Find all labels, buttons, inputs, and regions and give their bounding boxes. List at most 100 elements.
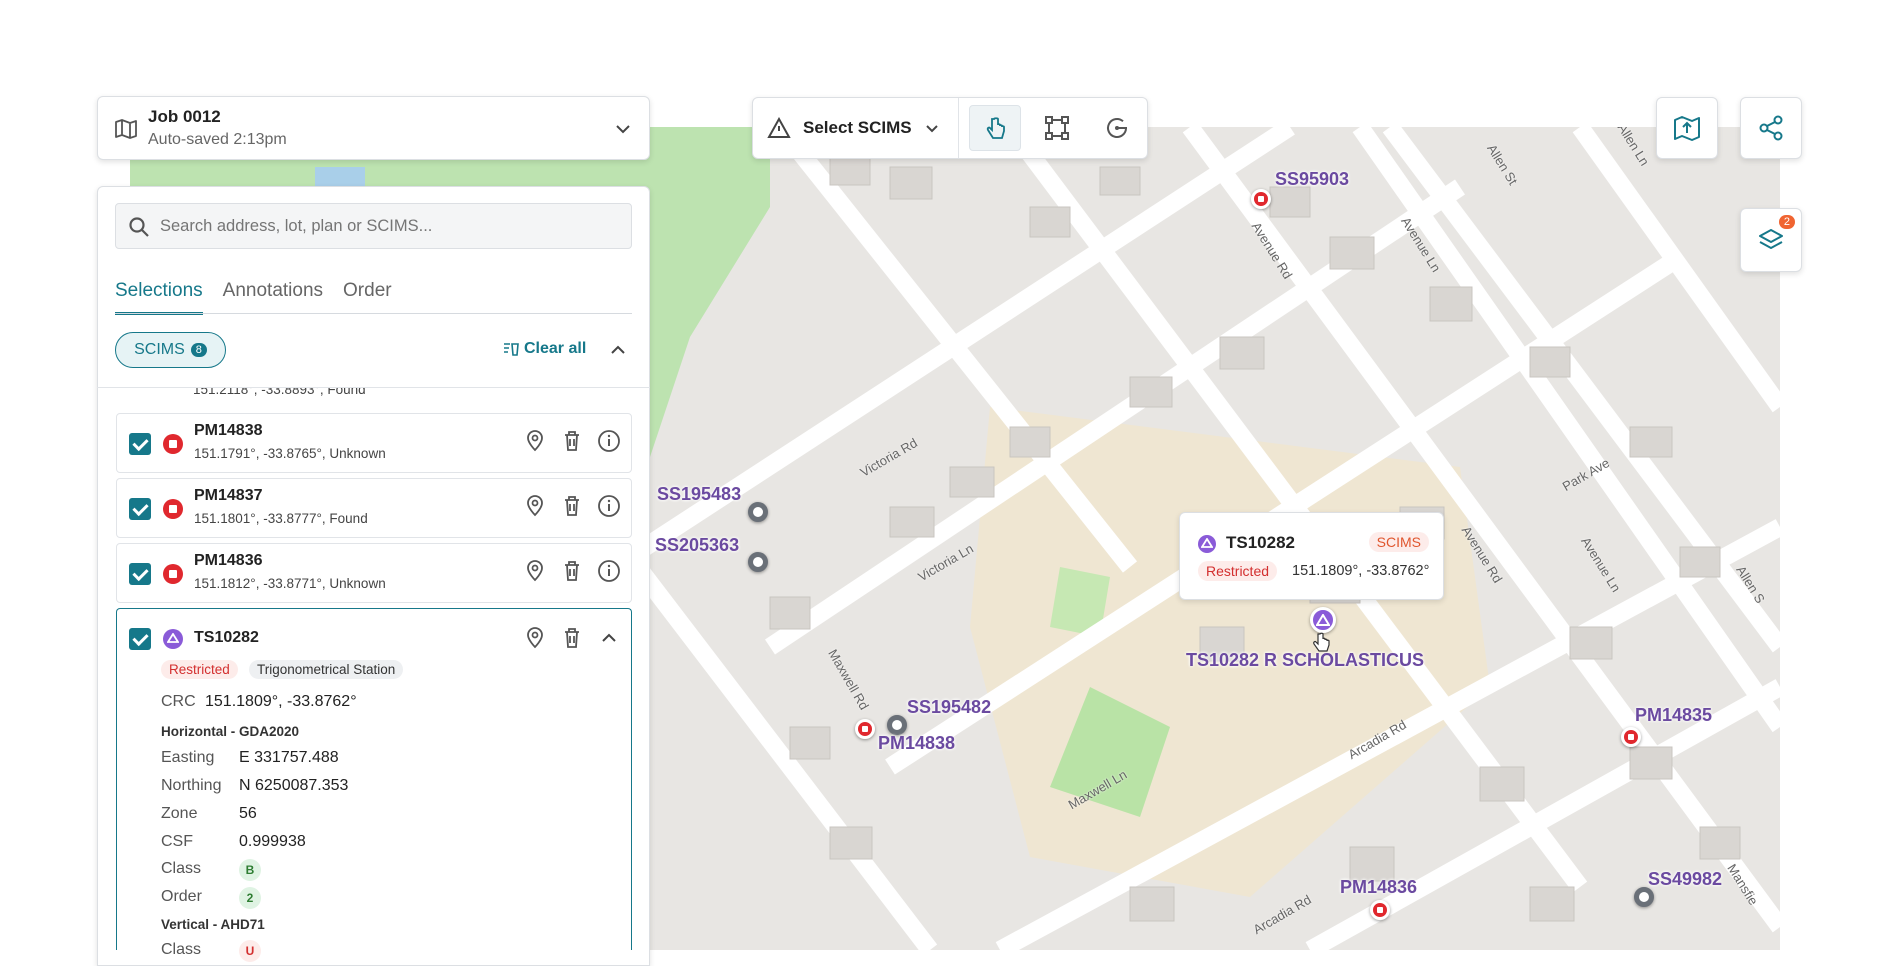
type-badge: Trigonometrical Station xyxy=(249,660,404,679)
pointer-tool-button[interactable] xyxy=(969,105,1021,151)
row-name: PM14837 xyxy=(194,487,263,504)
map-marker-pm14835[interactable] xyxy=(1621,727,1641,747)
map-marker-pm14838[interactable] xyxy=(855,719,875,739)
partial-row-coords: 151.2118°, -33.8893°, Found xyxy=(193,388,366,397)
info-icon[interactable] xyxy=(596,428,622,454)
map-label-pm14836: PM14836 xyxy=(1340,877,1418,897)
row-coords: 151.1812°, -33.8771°, Unknown xyxy=(194,576,386,591)
chevron-down-icon xyxy=(926,125,938,133)
map-export-icon xyxy=(1674,116,1700,141)
row-checkbox[interactable] xyxy=(129,433,151,455)
map-label-ss49982: SS49982 xyxy=(1648,869,1723,889)
chevron-up-icon[interactable] xyxy=(596,625,622,651)
chevron-up-icon[interactable] xyxy=(610,345,626,355)
share-icon xyxy=(1759,115,1783,141)
job-subtitle: Auto-saved 2:13pm xyxy=(148,131,287,148)
zone-value: 56 xyxy=(239,805,257,822)
scims-filter-chip[interactable]: SCIMS 8 xyxy=(115,332,226,368)
csf-label: CSF xyxy=(161,833,193,850)
crc-value: 151.1809°, -33.8762° xyxy=(205,693,357,710)
delete-icon[interactable] xyxy=(559,428,585,454)
zone-label: Zone xyxy=(161,805,198,822)
triangle-station-icon xyxy=(1198,535,1216,553)
popup-coords: 151.1809°, -33.8762° xyxy=(1292,563,1430,579)
locate-icon[interactable] xyxy=(522,558,548,584)
delete-icon[interactable] xyxy=(559,625,585,651)
map-label-pm14838: PM14838 xyxy=(878,733,956,753)
vertical-title: Vertical - AHD71 xyxy=(161,917,265,932)
clear-all-label: Clear all xyxy=(524,340,587,357)
list-item[interactable]: PM14836 151.1812°, -33.8771°, Unknown xyxy=(116,543,632,603)
tab-selections[interactable]: Selections xyxy=(115,280,203,315)
triangle-icon xyxy=(767,117,791,138)
bounding-box-icon xyxy=(1045,116,1069,140)
map-toolbar: Select SCIMS xyxy=(752,97,1148,159)
tab-order[interactable]: Order xyxy=(343,280,392,315)
row-checkbox[interactable] xyxy=(129,628,151,650)
tab-annotations[interactable]: Annotations xyxy=(223,280,323,315)
pm-marker-icon xyxy=(163,564,183,584)
map-marker-ss49982[interactable] xyxy=(1634,887,1654,907)
map-label-pm14835: PM14835 xyxy=(1635,705,1713,725)
clear-all-button[interactable]: Clear all xyxy=(503,340,586,358)
select-scims-dropdown[interactable]: Select SCIMS xyxy=(753,98,958,158)
map-marker-ss195482[interactable] xyxy=(887,715,907,735)
map-popup[interactable]: TS10282 SCIMS Restricted 151.1809°, -33.… xyxy=(1179,512,1444,600)
list-item[interactable]: PM14838 151.1791°, -33.8765°, Unknown xyxy=(116,413,632,473)
rectangle-select-button[interactable] xyxy=(1031,105,1083,151)
chip-label: SCIMS xyxy=(134,341,185,358)
clear-list-icon xyxy=(504,343,519,356)
job-header[interactable]: Job 0012 Auto-saved 2:13pm xyxy=(97,96,650,160)
hand-pointer-icon xyxy=(986,117,1005,139)
class-label: Class xyxy=(161,860,202,877)
delete-icon[interactable] xyxy=(559,558,585,584)
info-icon[interactable] xyxy=(596,558,622,584)
map-marker-ts10282[interactable] xyxy=(1310,607,1336,633)
triangle-icon xyxy=(1316,614,1330,626)
expanded-list-item[interactable]: TS10282 Restricted Trigonometrical Stati… xyxy=(116,608,632,962)
export-map-button[interactable] xyxy=(1656,97,1718,159)
map-marker-ss205363[interactable] xyxy=(748,552,768,572)
pm-marker-icon xyxy=(163,499,183,519)
locate-icon[interactable] xyxy=(522,625,548,651)
delete-icon[interactable] xyxy=(559,493,585,519)
map-label-ss205363: SS205363 xyxy=(655,535,740,555)
share-button[interactable] xyxy=(1740,97,1802,159)
row-coords: 151.1791°, -33.8765°, Unknown xyxy=(194,446,386,461)
row-name: PM14838 xyxy=(194,422,263,439)
class-badge: B xyxy=(239,859,261,881)
map-label-ts10282: TS10282 R SCHOLASTICUS xyxy=(1186,650,1425,670)
layers-button[interactable]: 2 xyxy=(1740,208,1802,272)
hand-cursor-icon xyxy=(1313,632,1330,652)
select-scims-label: Select SCIMS xyxy=(803,118,912,137)
layers-badge: 2 xyxy=(1778,215,1795,229)
search-box[interactable] xyxy=(115,203,632,249)
tabs-divider xyxy=(115,313,632,314)
row-checkbox[interactable] xyxy=(129,498,151,520)
map-marker-ss195483[interactable] xyxy=(748,502,768,522)
info-icon[interactable] xyxy=(596,493,622,519)
horizontal-title: Horizontal - GDA2020 xyxy=(161,724,300,739)
pm-marker-icon xyxy=(163,434,183,454)
order-badge: 2 xyxy=(239,887,261,909)
map-marker-ss95903[interactable] xyxy=(1251,189,1271,209)
search-icon xyxy=(129,217,149,237)
chevron-down-icon[interactable] xyxy=(615,124,631,134)
search-input[interactable] xyxy=(160,210,620,242)
map-label-ss195482: SS195482 xyxy=(907,697,992,717)
list-item-partial: 151.2118°, -33.8893°, Found xyxy=(116,388,632,400)
locate-icon[interactable] xyxy=(522,428,548,454)
radius-select-button[interactable] xyxy=(1091,105,1143,151)
row-checkbox[interactable] xyxy=(129,563,151,585)
trig-station-icon xyxy=(163,629,183,649)
map-marker-pm14836[interactable] xyxy=(1370,900,1390,920)
csf-value: 0.999938 xyxy=(239,833,306,850)
locate-icon[interactable] xyxy=(522,493,548,519)
toolbar-divider xyxy=(958,98,959,158)
map-icon xyxy=(115,119,137,139)
list-item[interactable]: PM14837 151.1801°, -33.8777°, Found xyxy=(116,478,632,538)
popup-scims-tag: SCIMS xyxy=(1368,532,1429,552)
northing-value: N 6250087.353 xyxy=(239,777,349,794)
job-title: Job 0012 xyxy=(148,107,221,126)
expanded-name: TS10282 xyxy=(194,629,259,646)
